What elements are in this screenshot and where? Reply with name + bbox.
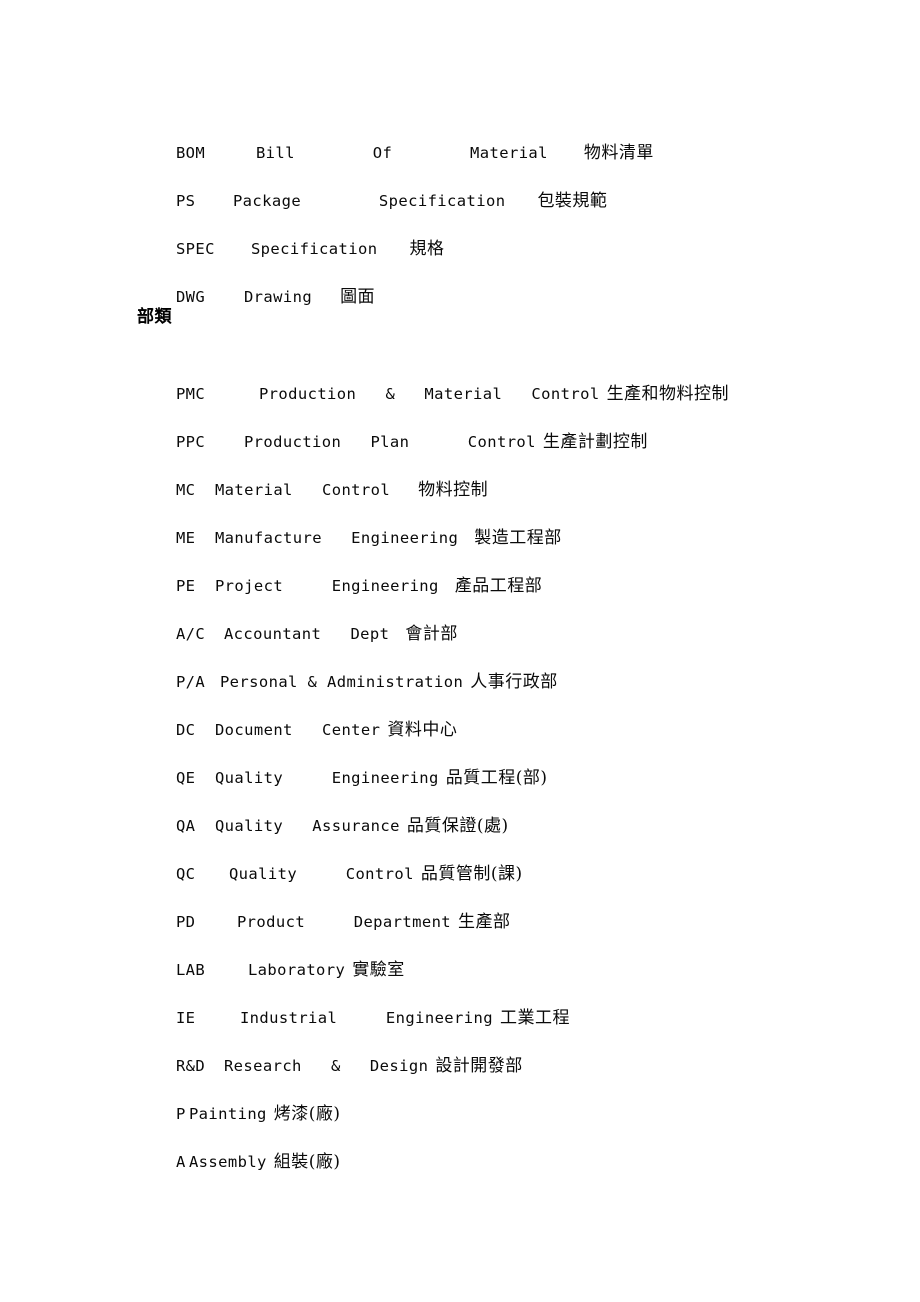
glossary-line-rd: R&D Research & Design 設計開發部 — [137, 1024, 523, 1076]
abbr-dwg: DWG — [175, 288, 206, 306]
chinese-dwg: 圖面 — [340, 287, 376, 307]
glossary-line-pd: PD Product Department 生產部 — [137, 880, 511, 932]
glossary-line-bom: BOM Bill Of Material 物料清單 — [137, 111, 654, 163]
chinese-spec: 規格 — [409, 239, 445, 259]
glossary-line-mc: MC Material Control 物料控制 — [137, 448, 488, 500]
chinese-a: 組裝(廠) — [273, 1152, 341, 1172]
glossary-line-pa: P/A Personal & Administration 人事行政部 — [137, 640, 558, 692]
abbr-a: A — [175, 1153, 186, 1171]
chinese-ps: 包裝規範 — [537, 191, 608, 211]
glossary-line-ie: IE Industrial Engineering 工業工程 — [137, 976, 570, 1028]
glossary-line-qc: QC Quality Control 品質管制(課) — [137, 832, 523, 884]
glossary-line-dwg: DWG Drawing 圖面 — [137, 255, 375, 307]
section-heading-departments: 部類 — [137, 307, 172, 327]
glossary-line-ppc: PPC Production Plan Control 生產計劃控制 — [137, 400, 648, 452]
document-page: BOM Bill Of Material 物料清單 PS Package Specif… — [0, 0, 920, 1302]
glossary-line-ps: PS Package Specification 包裝規範 — [137, 159, 607, 211]
glossary-line-me: ME Manufacture Engineering 製造工程部 — [137, 496, 562, 548]
expansion-a: Assembly — [188, 1153, 267, 1171]
chinese-rd: 設計開發部 — [435, 1056, 523, 1076]
chinese-pa: 人事行政部 — [470, 672, 558, 692]
chinese-ppc: 生產計劃控制 — [542, 432, 648, 452]
expansion-dwg: Drawing — [243, 288, 313, 306]
glossary-line-qa: QA Quality Assurance 品質保證(處) — [137, 784, 509, 836]
glossary-line-p: P Painting 烤漆(廠) — [137, 1072, 341, 1124]
chinese-pe: 產品工程部 — [454, 576, 543, 596]
glossary-line-spec: SPEC Specification 規格 — [137, 207, 444, 259]
glossary-line-dc: DC Document Center 資料中心 — [137, 688, 457, 740]
glossary-line-a: A Assembly 組裝(廠) — [137, 1120, 341, 1172]
glossary-line-qe: QE Quality Engineering 品質工程(部) — [137, 736, 548, 788]
glossary-line-pmc: PMC Production & Material Control 生產和物料控制 — [137, 352, 729, 404]
chinese-pd: 生產部 — [458, 912, 511, 932]
glossary-line-lab: LAB Laboratory 實驗室 — [137, 928, 405, 980]
glossary-line-ac: A/C Accountant Dept 會計部 — [137, 592, 458, 644]
glossary-line-pe: PE Project Engineering 產品工程部 — [137, 544, 542, 596]
